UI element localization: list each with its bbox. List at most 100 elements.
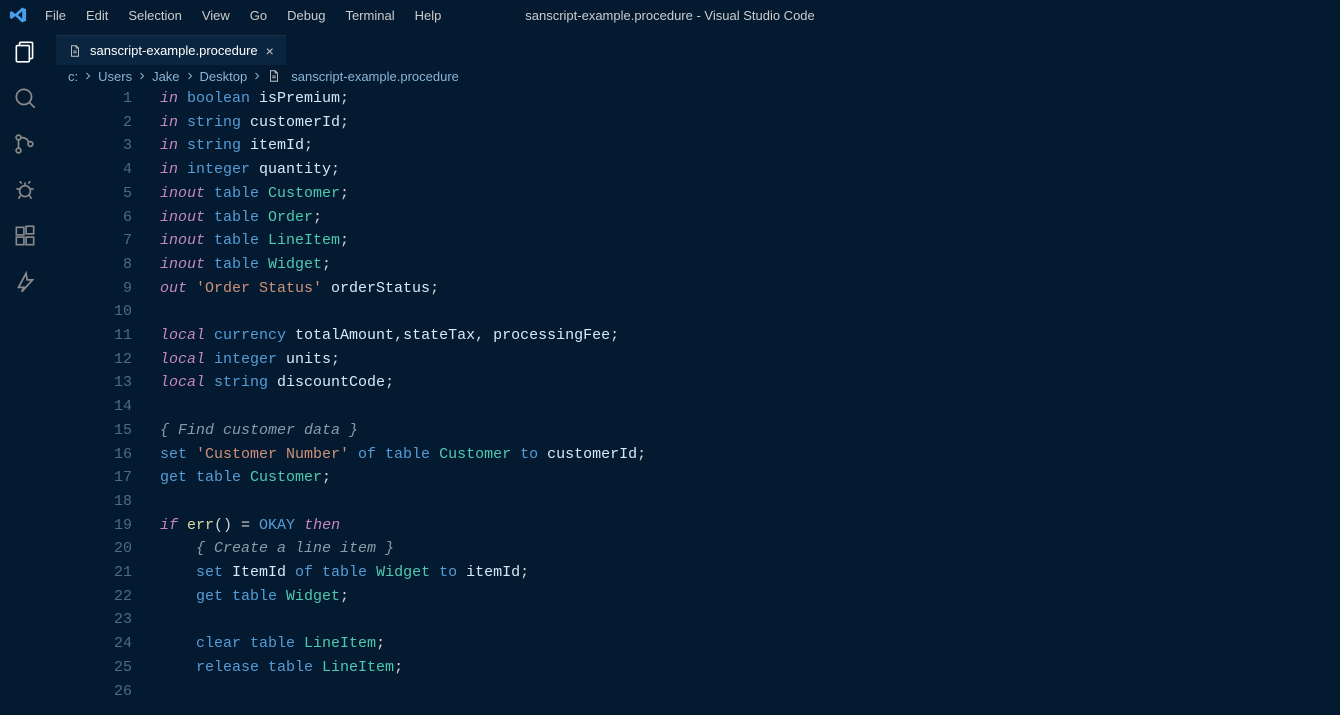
chevron-right-icon (82, 70, 94, 82)
code-content[interactable] (160, 490, 1340, 514)
extensions-icon[interactable] (11, 222, 39, 250)
menu-debug[interactable]: Debug (277, 0, 335, 30)
chevron-right-icon (184, 70, 196, 82)
code-content[interactable]: clear table LineItem; (160, 632, 1340, 656)
tab-filename: sanscript-example.procedure (90, 43, 258, 58)
code-line[interactable]: 4in integer quantity; (50, 158, 1340, 182)
line-number: 17 (50, 466, 160, 490)
code-line[interactable]: 15{ Find customer data } (50, 419, 1340, 443)
code-content[interactable]: in string customerId; (160, 111, 1340, 135)
chevron-right-icon (251, 70, 263, 82)
code-content[interactable]: get table Widget; (160, 585, 1340, 609)
line-number: 6 (50, 206, 160, 230)
code-line[interactable]: 18 (50, 490, 1340, 514)
code-line[interactable]: 6inout table Order; (50, 206, 1340, 230)
file-icon (267, 69, 281, 83)
code-line[interactable]: 14 (50, 395, 1340, 419)
code-content[interactable]: release table LineItem; (160, 656, 1340, 680)
breadcrumb[interactable]: c: Users Jake Desktop sanscript-example.… (50, 65, 1340, 87)
code-line[interactable]: 3in string itemId; (50, 134, 1340, 158)
line-number: 26 (50, 680, 160, 704)
code-line[interactable]: 13local string discountCode; (50, 371, 1340, 395)
line-number: 3 (50, 134, 160, 158)
menu-file[interactable]: File (35, 0, 76, 30)
menu-edit[interactable]: Edit (76, 0, 118, 30)
code-line[interactable]: 24 clear table LineItem; (50, 632, 1340, 656)
code-line[interactable]: 12local integer units; (50, 348, 1340, 372)
activity-bar (0, 30, 50, 715)
code-content[interactable] (160, 608, 1340, 632)
azure-icon[interactable] (11, 268, 39, 296)
code-line[interactable]: 9out 'Order Status' orderStatus; (50, 277, 1340, 301)
code-line[interactable]: 25 release table LineItem; (50, 656, 1340, 680)
code-line[interactable]: 2in string customerId; (50, 111, 1340, 135)
breadcrumb-filename[interactable]: sanscript-example.procedure (291, 69, 459, 84)
code-line[interactable]: 19if err() = OKAY then (50, 514, 1340, 538)
title-bar: File Edit Selection View Go Debug Termin… (0, 0, 1340, 30)
code-line[interactable]: 7inout table LineItem; (50, 229, 1340, 253)
line-number: 12 (50, 348, 160, 372)
line-number: 16 (50, 443, 160, 467)
code-line[interactable]: 20 { Create a line item } (50, 537, 1340, 561)
code-line[interactable]: 1in boolean isPremium; (50, 87, 1340, 111)
code-content[interactable]: in boolean isPremium; (160, 87, 1340, 111)
line-number: 11 (50, 324, 160, 348)
chevron-right-icon (136, 70, 148, 82)
code-line[interactable]: 22 get table Widget; (50, 585, 1340, 609)
breadcrumb-part[interactable]: c: (68, 69, 78, 84)
debug-icon[interactable] (11, 176, 39, 204)
code-content[interactable] (160, 300, 1340, 324)
source-control-icon[interactable] (11, 130, 39, 158)
line-number: 15 (50, 419, 160, 443)
code-content[interactable]: set ItemId of table Widget to itemId; (160, 561, 1340, 585)
line-number: 25 (50, 656, 160, 680)
code-content[interactable]: { Find customer data } (160, 419, 1340, 443)
code-line[interactable]: 26 (50, 680, 1340, 704)
code-content[interactable]: { Create a line item } (160, 537, 1340, 561)
code-content[interactable]: local integer units; (160, 348, 1340, 372)
line-number: 19 (50, 514, 160, 538)
code-editor[interactable]: 1in boolean isPremium;2in string custome… (50, 87, 1340, 715)
menu-terminal[interactable]: Terminal (335, 0, 404, 30)
code-line[interactable]: 16set 'Customer Number' of table Custome… (50, 443, 1340, 467)
tab-close-icon[interactable]: × (266, 44, 274, 58)
code-line[interactable]: 21 set ItemId of table Widget to itemId; (50, 561, 1340, 585)
code-content[interactable]: if err() = OKAY then (160, 514, 1340, 538)
code-content[interactable]: inout table LineItem; (160, 229, 1340, 253)
line-number: 10 (50, 300, 160, 324)
code-line[interactable]: 5inout table Customer; (50, 182, 1340, 206)
code-content[interactable]: inout table Order; (160, 206, 1340, 230)
code-content[interactable]: in string itemId; (160, 134, 1340, 158)
code-content[interactable]: local currency totalAmount,stateTax, pro… (160, 324, 1340, 348)
menu-go[interactable]: Go (240, 0, 277, 30)
breadcrumb-part[interactable]: Users (98, 69, 132, 84)
code-line[interactable]: 17get table Customer; (50, 466, 1340, 490)
code-content[interactable]: inout table Widget; (160, 253, 1340, 277)
line-number: 1 (50, 87, 160, 111)
code-content[interactable]: local string discountCode; (160, 371, 1340, 395)
editor-tab-active[interactable]: sanscript-example.procedure × (56, 35, 286, 65)
code-line[interactable]: 23 (50, 608, 1340, 632)
code-line[interactable]: 10 (50, 300, 1340, 324)
code-content[interactable] (160, 680, 1340, 704)
code-line[interactable]: 8inout table Widget; (50, 253, 1340, 277)
menu-help[interactable]: Help (405, 0, 452, 30)
explorer-icon[interactable] (11, 38, 39, 66)
file-icon (68, 44, 82, 58)
code-content[interactable]: out 'Order Status' orderStatus; (160, 277, 1340, 301)
line-number: 21 (50, 561, 160, 585)
code-line[interactable]: 11local currency totalAmount,stateTax, p… (50, 324, 1340, 348)
code-content[interactable]: get table Customer; (160, 466, 1340, 490)
code-content[interactable]: set 'Customer Number' of table Customer … (160, 443, 1340, 467)
workbench-body: sanscript-example.procedure × c: Users J… (0, 30, 1340, 715)
code-content[interactable]: inout table Customer; (160, 182, 1340, 206)
breadcrumb-part[interactable]: Jake (152, 69, 179, 84)
line-number: 22 (50, 585, 160, 609)
code-content[interactable] (160, 395, 1340, 419)
menu-view[interactable]: View (192, 0, 240, 30)
code-content[interactable]: in integer quantity; (160, 158, 1340, 182)
breadcrumb-part[interactable]: Desktop (200, 69, 248, 84)
search-icon[interactable] (11, 84, 39, 112)
menu-selection[interactable]: Selection (118, 0, 191, 30)
line-number: 20 (50, 537, 160, 561)
